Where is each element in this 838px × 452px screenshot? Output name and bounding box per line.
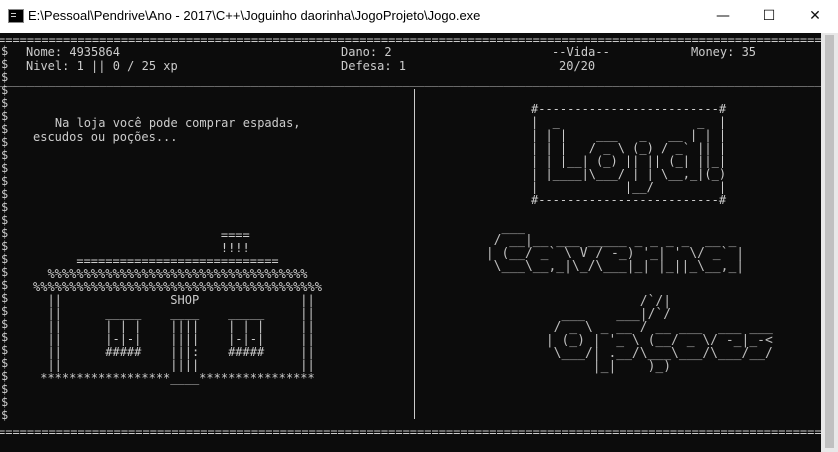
close-icon: ✕: [809, 8, 821, 24]
player-damage: Dano: 2: [341, 45, 392, 59]
minimize-button[interactable]: —: [700, 0, 746, 32]
status-rule: ________________________________________…: [0, 73, 838, 87]
window-title: E:\Pessoal\Pendrive\Ano - 2017\C++\Jogui…: [28, 8, 481, 23]
player-money: Money: 35: [691, 45, 757, 59]
shop-message-line2: escudos ou poções...: [33, 130, 178, 144]
left-dollar-border: $ $ $ $ $ $ $ $ $ $ $ $ $ $ $ $ $ $ $ $ …: [1, 44, 9, 422]
shop-message-line1: Na loja você pode comprar espadas,: [26, 116, 301, 130]
player-name: Nome: 4935864: [26, 45, 120, 59]
minimize-icon: —: [716, 8, 730, 24]
window-titlebar[interactable]: E:\Pessoal\Pendrive\Ano - 2017\C++\Jogui…: [0, 0, 838, 33]
opcoes-title-art: /`/| ___ ___|/`/ / _ \ _ __ / __ ___ ___…: [545, 294, 773, 374]
maximize-icon: ☐: [762, 8, 776, 24]
scrollbar-thumb[interactable]: [825, 35, 834, 448]
console-output: ========================================…: [0, 33, 838, 452]
player-defense: Defesa: 1: [341, 59, 407, 73]
life-value: 20/20: [559, 59, 596, 73]
life-label: --Vida--: [552, 45, 610, 59]
close-button[interactable]: ✕: [792, 0, 838, 32]
player-level: Nivel: 1 || 0 / 25 xp: [26, 59, 178, 73]
loja-title-art: #-------------------------# | _ _ | | | …: [531, 102, 727, 207]
status-border-bottom: ========================================…: [0, 425, 838, 439]
maximize-button[interactable]: ☐: [746, 0, 792, 32]
panel-divider: [414, 89, 415, 419]
caverna-title-art: ___ / __|__ ___ _____ _ _ _ _ __ _ | (__…: [485, 220, 745, 274]
console-app-icon: [8, 9, 24, 23]
shop-building-art: ==== !!!! ============================ %…: [33, 228, 322, 385]
vertical-scrollbar[interactable]: [821, 33, 838, 452]
